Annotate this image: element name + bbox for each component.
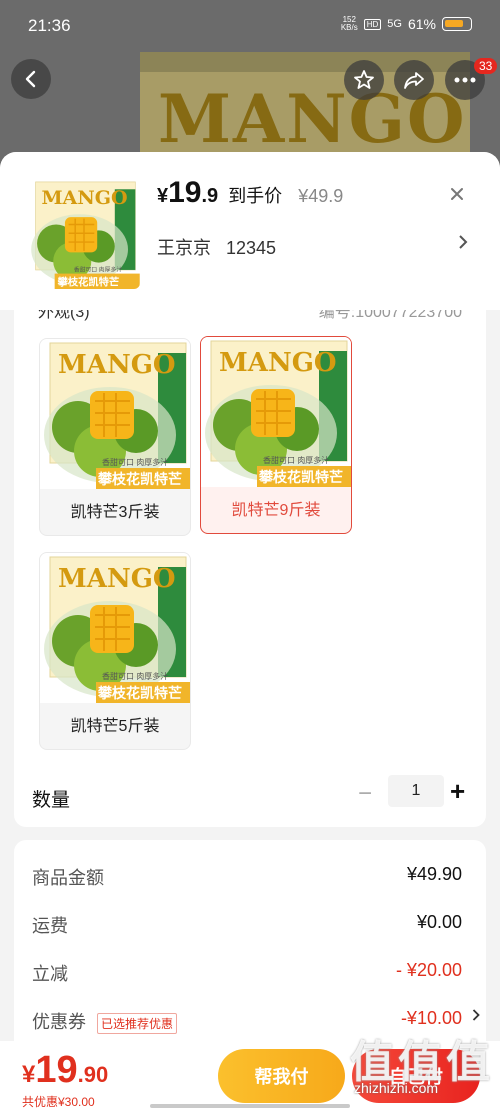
box-slogan-text: 香甜可口 肉厚多汁 [102, 457, 168, 467]
quantity-minus-button[interactable]: − [358, 780, 372, 808]
spec-card: 外观(3) 编号:100077223700 MANGO 攀枝花凯特芒 香甜可口 … [14, 310, 486, 827]
chevron-right-glyph [459, 235, 468, 249]
fee-card: 商品金额 ¥49.90 运费 ¥0.00 立减 - ¥20.00 优惠券 已选推… [14, 840, 486, 1060]
spec-option-image: MANGO 攀枝花凯特芒 香甜可口 肉厚多汁 [40, 553, 190, 703]
spec-option-label: 凯特芒9斤装 [231, 502, 321, 519]
spec-option-label: 凯特芒3斤装 [70, 504, 160, 521]
fee-value: ¥0.00 [416, 912, 462, 932]
total-currency: ¥ [22, 1061, 36, 1088]
address-phone: 12345 [226, 238, 277, 258]
spec-option-9jin[interactable]: MANGO 攀枝花凯特芒 香甜可口 肉厚多汁 凯特芒9斤装 [200, 336, 352, 534]
mango-box-art: MANGO 攀枝花凯特芒 香甜可口 肉厚多汁 [40, 553, 190, 703]
net-speed-unit: KB/s [340, 23, 358, 32]
more-glyph [454, 77, 476, 83]
fee-label: 运费 [32, 916, 68, 936]
share-glyph [404, 72, 424, 89]
fee-row-coupon[interactable]: 优惠券 已选推荐优惠 -¥10.00 [32, 1008, 480, 1034]
price-currency: ¥ [157, 185, 169, 207]
chevron-right-icon[interactable] [458, 234, 468, 255]
quantity-input[interactable]: 1 [388, 775, 444, 807]
fee-row-shipping: 运费 ¥0.00 [32, 912, 462, 938]
fee-label: 商品金额 [32, 868, 104, 888]
box-ribbon-text: 攀枝花凯特芒 [57, 275, 120, 288]
spec-option-image: MANGO 攀枝花凯特芒 香甜可口 肉厚多汁 [201, 337, 351, 487]
box-slogan-text: 香甜可口 肉厚多汁 [102, 671, 168, 681]
fee-row-amount: 商品金额 ¥49.90 [32, 864, 462, 890]
home-indicator[interactable] [150, 1104, 350, 1108]
box-brand-text: MANGO [58, 350, 176, 380]
product-thumbnail: MANGO 攀枝花凯特芒 香甜可口 肉厚多汁 [28, 179, 140, 289]
fee-label: 优惠券 [32, 1012, 86, 1032]
sheet-header: MANGO 攀枝花凯特芒 香甜可口 肉厚多汁 ¥ 19 .9 到手价 ¥49.9 [0, 152, 500, 310]
self-pay-button[interactable]: 自己付 [352, 1049, 480, 1103]
price-tag: 到手价 [228, 186, 283, 206]
status-time: 21:36 [28, 16, 71, 35]
fee-label: 立减 [32, 964, 68, 984]
spec-option-image: MANGO 攀枝花凯特芒 香甜可口 肉厚多汁 [40, 339, 190, 489]
star-icon[interactable] [344, 60, 384, 100]
sku-sheet: MANGO 攀枝花凯特芒 香甜可口 肉厚多汁 ¥ 19 .9 到手价 ¥49.9 [0, 152, 500, 1111]
bottom-bar: ¥ 19 .90 共优惠¥30.00 帮我付 自己付 [0, 1041, 500, 1111]
price-integer: 19 [168, 176, 202, 209]
box-brand-text: MANGO [219, 348, 337, 378]
battery-percent: 61% [407, 16, 436, 32]
back-arrow-glyph [25, 70, 36, 88]
fee-value: ¥49.90 [406, 864, 462, 884]
more-badge: 33 [474, 58, 498, 74]
total-price: ¥ 19 .90 [22, 1049, 108, 1092]
chevron-right-glyph [472, 1009, 480, 1021]
box-ribbon-text: 攀枝花凯特芒 [98, 471, 182, 487]
spec-option-3jin[interactable]: MANGO 攀枝花凯特芒 香甜可口 肉厚多汁 凯特芒3斤装 [39, 338, 191, 536]
close-icon[interactable] [450, 184, 464, 207]
star-glyph [354, 70, 374, 89]
close-glyph [451, 188, 463, 200]
address-name: 王京京 [157, 238, 211, 258]
price-decimal: .9 [201, 185, 219, 207]
signal-indicator: 5G [387, 18, 402, 30]
mango-box-art: MANGO 攀枝花凯特芒 香甜可口 肉厚多汁 [28, 179, 140, 289]
total-integer: 19 [35, 1049, 78, 1091]
net-speed: 152 KB/s [341, 16, 358, 32]
status-bar: 21:36 152 KB/s HD 5G 61% [0, 0, 500, 50]
fee-value: - ¥20.00 [395, 960, 462, 980]
mango-box-art: MANGO 攀枝花凯特芒 香甜可口 肉厚多汁 [201, 337, 351, 487]
address-row[interactable]: 王京京 12345 [157, 234, 276, 260]
box-brand-text: MANGO [41, 187, 127, 209]
spec-title: 外观(3) [38, 310, 90, 321]
share-icon[interactable] [394, 60, 434, 100]
spec-option-label: 凯特芒5斤装 [70, 718, 160, 735]
back-arrow-icon[interactable] [11, 59, 51, 99]
spec-option-5jin[interactable]: MANGO 攀枝花凯特芒 香甜可口 肉厚多汁 凯特芒5斤装 [39, 552, 191, 750]
quantity-label: 数量 [32, 790, 71, 811]
original-price: ¥49.9 [298, 186, 344, 206]
box-ribbon-text: 攀枝花凯特芒 [98, 685, 182, 701]
coupon-tag: 已选推荐优惠 [97, 1012, 178, 1034]
total-decimal: .90 [77, 1062, 109, 1087]
header-price: ¥ 19 .9 到手价 ¥49.9 [157, 176, 343, 210]
battery-icon [442, 17, 472, 31]
fee-row-discount: 立减 - ¥20.00 [32, 960, 462, 986]
mango-box-art: MANGO 攀枝花凯特芒 香甜可口 肉厚多汁 [40, 339, 190, 489]
box-slogan-text: 香甜可口 肉厚多汁 [263, 455, 329, 465]
help-pay-button[interactable]: 帮我付 [218, 1049, 345, 1103]
spec-id: 编号:100077223700 [318, 310, 462, 321]
status-right: 152 KB/s HD 5G 61% [341, 16, 472, 32]
hd-badge: HD [363, 18, 382, 30]
fee-value: -¥10.00 [400, 1008, 462, 1028]
box-brand-text: MANGO [58, 564, 176, 594]
saved-amount: 共优惠¥30.00 [22, 1095, 95, 1109]
box-ribbon-text: 攀枝花凯特芒 [259, 469, 343, 485]
chevron-right-icon[interactable] [472, 1008, 480, 1027]
quantity-plus-button[interactable]: + [450, 776, 465, 807]
